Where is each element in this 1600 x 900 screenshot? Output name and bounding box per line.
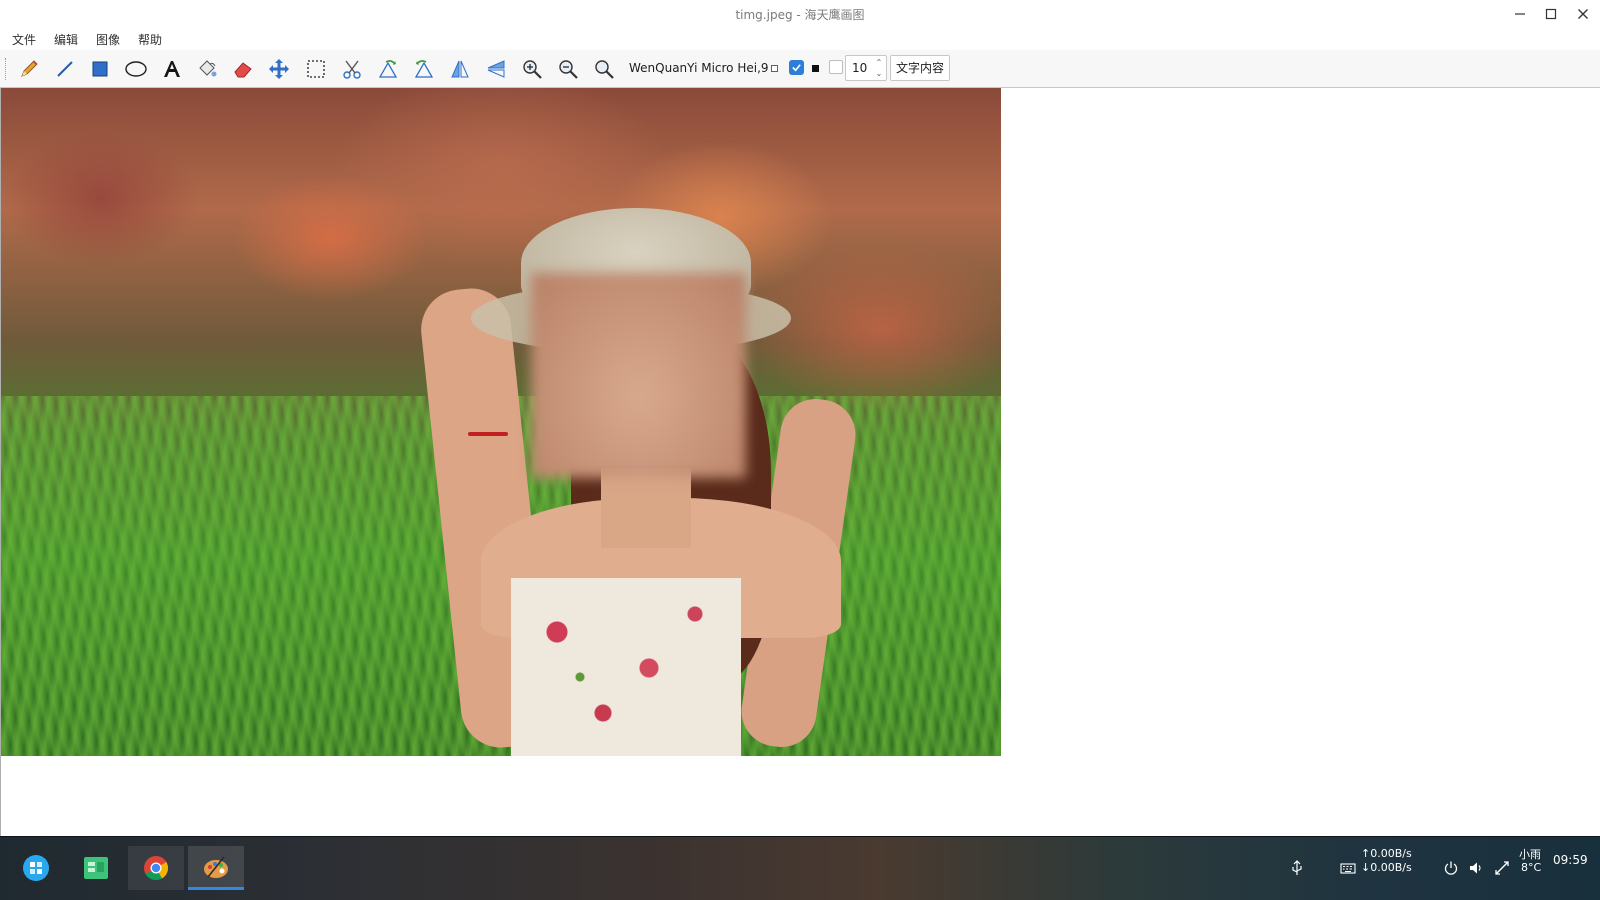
- checkmark-icon: [792, 64, 801, 72]
- window-title: timg.jpeg - 海天鹰画图: [735, 8, 865, 22]
- network-icon[interactable]: [1494, 860, 1510, 876]
- launcher-button[interactable]: [8, 846, 64, 890]
- photo-dress: [511, 578, 741, 756]
- blurred-face-region: [531, 273, 746, 478]
- line-icon: [57, 61, 73, 77]
- close-icon: [1578, 9, 1588, 19]
- fill-color-swatch[interactable]: [812, 65, 819, 72]
- flip-horizontal-tool[interactable]: [446, 56, 474, 82]
- file-manager-icon: [84, 857, 108, 879]
- photo-bracelet: [468, 432, 508, 436]
- rotate-left-tool[interactable]: [374, 56, 402, 82]
- maximize-icon: [1545, 8, 1557, 20]
- flip-vertical-tool[interactable]: [482, 56, 510, 82]
- select-tool[interactable]: [302, 56, 330, 82]
- zoom-original-icon: [595, 60, 614, 79]
- title-bar: timg.jpeg - 海天鹰画图: [0, 0, 1600, 28]
- text-icon: [164, 61, 180, 77]
- minimize-button[interactable]: [1509, 4, 1531, 24]
- canvas-area[interactable]: [0, 88, 1600, 836]
- eraser-icon: [234, 62, 252, 78]
- fill-checkbox[interactable]: [829, 60, 843, 74]
- keyboard-icon[interactable]: [1340, 860, 1356, 876]
- clock[interactable]: 09:59: [1553, 854, 1588, 867]
- pen-size-value[interactable]: 10: [852, 61, 867, 75]
- pencil-tool[interactable]: [15, 56, 43, 82]
- launcher-icon: [23, 855, 49, 881]
- rectangle-tool[interactable]: [86, 56, 114, 82]
- move-icon: [269, 59, 289, 79]
- net-down-value: 0.00B/s: [1370, 861, 1412, 874]
- menu-image[interactable]: 图像: [96, 31, 120, 48]
- net-speed-down: ↓0.00B/s: [1361, 861, 1412, 874]
- weather-text[interactable]: 小雨: [1519, 848, 1541, 861]
- taskbar: ↑0.00B/s ↓0.00B/s 小雨 8°C 09:59: [0, 836, 1600, 900]
- zoom-in-icon: [523, 60, 542, 79]
- toolbar: WenQuanYi Micro Hei,9 10 ⌃ ⌄ 文字内容: [0, 50, 1600, 88]
- maximize-button[interactable]: [1540, 4, 1562, 24]
- font-selector[interactable]: WenQuanYi Micro Hei,9: [629, 61, 769, 75]
- zoom-in-tool[interactable]: [518, 56, 546, 82]
- ellipse-icon: [125, 61, 147, 77]
- rotate-right-tool[interactable]: [410, 56, 438, 82]
- volume-icon[interactable]: [1468, 860, 1484, 876]
- paint-app-button[interactable]: [188, 846, 244, 890]
- zoom-out-icon: [559, 60, 578, 79]
- chrome-button[interactable]: [128, 846, 184, 890]
- spin-up-icon[interactable]: ⌃: [874, 58, 884, 68]
- fill-tool[interactable]: [193, 56, 221, 82]
- close-button[interactable]: [1572, 4, 1594, 24]
- menu-file[interactable]: 文件: [12, 31, 36, 48]
- photo-neck: [601, 468, 691, 548]
- usb-icon[interactable]: [1289, 860, 1305, 876]
- stroke-color-swatch[interactable]: [771, 65, 778, 72]
- ellipse-tool[interactable]: [122, 56, 150, 82]
- net-up-value: 0.00B/s: [1370, 847, 1412, 860]
- rotate-right-icon: [414, 60, 434, 78]
- chrome-icon: [144, 856, 169, 881]
- net-speed-up: ↑0.00B/s: [1361, 847, 1412, 860]
- stroke-checkbox[interactable]: [789, 60, 804, 75]
- text-tool[interactable]: [158, 56, 186, 82]
- menu-help[interactable]: 帮助: [138, 31, 162, 48]
- eraser-tool[interactable]: [229, 56, 257, 82]
- taskbar-divider: [0, 836, 1600, 837]
- file-manager-button[interactable]: [68, 846, 124, 890]
- fill-bucket-icon: [199, 60, 217, 77]
- line-tool[interactable]: [51, 56, 79, 82]
- menu-bar: 文件 编辑 图像 帮助: [0, 28, 1600, 50]
- cut-icon: [343, 60, 361, 79]
- pencil-icon: [21, 60, 38, 77]
- spin-down-icon[interactable]: ⌄: [874, 69, 884, 79]
- text-content-button[interactable]: 文字内容: [890, 55, 950, 81]
- zoom-out-tool[interactable]: [554, 56, 582, 82]
- flip-vertical-icon: [487, 60, 505, 78]
- power-icon[interactable]: [1443, 860, 1459, 876]
- move-tool[interactable]: [265, 56, 293, 82]
- rectangle-icon: [92, 61, 108, 77]
- zoom-original-tool[interactable]: [590, 56, 618, 82]
- toolbar-grip[interactable]: [5, 58, 7, 80]
- select-rectangle-icon: [307, 60, 325, 78]
- image-canvas[interactable]: [1, 88, 1001, 756]
- flip-horizontal-icon: [451, 60, 469, 78]
- menu-edit[interactable]: 编辑: [54, 31, 78, 48]
- paint-icon: [204, 856, 228, 878]
- pen-size-spinbox[interactable]: 10 ⌃ ⌄: [845, 55, 887, 81]
- rotate-left-icon: [378, 60, 398, 78]
- cut-tool[interactable]: [338, 56, 366, 82]
- temperature-text[interactable]: 8°C: [1521, 861, 1541, 874]
- minimize-icon: [1515, 13, 1525, 15]
